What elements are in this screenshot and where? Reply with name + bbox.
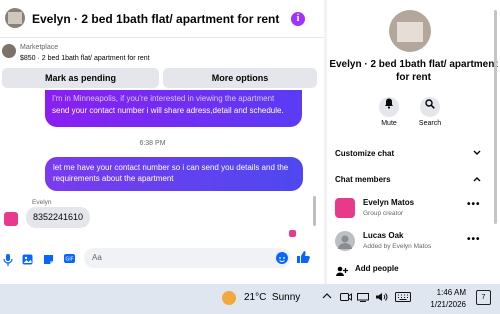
chat-members-row[interactable]: Chat members bbox=[335, 175, 391, 184]
mute-label: Mute bbox=[381, 120, 397, 127]
sender-avatar[interactable] bbox=[4, 212, 18, 226]
chevron-up-icon[interactable] bbox=[473, 175, 481, 184]
chevron-down-icon[interactable] bbox=[473, 149, 481, 158]
member-avatar[interactable] bbox=[335, 231, 355, 251]
add-person-icon bbox=[336, 263, 348, 281]
microphone-icon[interactable] bbox=[3, 254, 13, 266]
member-name[interactable]: Lucas Oak bbox=[363, 231, 403, 240]
mark-as-pending-button[interactable]: Mark as pending bbox=[2, 68, 159, 88]
listing-summary: $850 · 2 bed 1bath flat/ apartment for r… bbox=[20, 55, 150, 62]
emoji-icon[interactable] bbox=[276, 252, 288, 264]
more-icon[interactable]: ••• bbox=[467, 199, 481, 210]
chat-title[interactable]: Evelyn · 2 bed 1bath flat/ apartment for… bbox=[32, 12, 279, 26]
clock-time: 1:46 AM bbox=[436, 288, 466, 297]
bell-icon bbox=[379, 97, 399, 117]
received-message: 8352241610 bbox=[26, 207, 91, 228]
mute-button[interactable]: Mute bbox=[369, 97, 409, 127]
listing-thumbnail bbox=[2, 44, 16, 58]
marketplace-listing[interactable]: Marketplace $850 · 2 bed 1bath flat/ apa… bbox=[0, 40, 324, 68]
keyboard-icon[interactable] bbox=[395, 292, 411, 305]
conversation-pane: Evelyn · 2 bed 1bath flat/ apartment for… bbox=[0, 0, 324, 284]
message-input[interactable]: Aa bbox=[84, 248, 291, 268]
clock-date: 1/21/2026 bbox=[430, 300, 466, 309]
customize-chat-row[interactable]: Customize chat bbox=[335, 149, 394, 158]
notification-center-button[interactable]: 7 bbox=[476, 290, 491, 305]
search-icon bbox=[420, 97, 440, 117]
message-timestamp: 6:38 PM bbox=[139, 140, 166, 147]
image-icon[interactable] bbox=[22, 254, 33, 265]
chat-avatar[interactable] bbox=[5, 8, 25, 28]
gif-icon[interactable]: GIF bbox=[64, 254, 75, 264]
sent-message-text: send your contact number i will share ad… bbox=[52, 106, 284, 115]
message-input-placeholder: Aa bbox=[92, 253, 102, 262]
member-role: Added by Evelyn Matos bbox=[363, 243, 432, 250]
sent-message-partial-line: I'm in Minneapolis, if you're interested… bbox=[52, 94, 275, 103]
system-clock[interactable]: 1:46 AM 1/21/2026 bbox=[418, 287, 466, 311]
sent-message: let me have your contact number so i can… bbox=[45, 157, 303, 191]
sent-message: I'm in Minneapolis, if you're interested… bbox=[45, 90, 302, 127]
scrollbar[interactable] bbox=[313, 196, 316, 226]
thumbs-up-icon[interactable] bbox=[296, 250, 310, 267]
panel-scrollbar[interactable] bbox=[494, 10, 497, 224]
seen-indicator-avatar bbox=[289, 230, 296, 237]
chat-header: Evelyn · 2 bed 1bath flat/ apartment for… bbox=[0, 0, 324, 38]
weather-condition: Sunny bbox=[271, 292, 301, 303]
search-button[interactable]: Search bbox=[410, 97, 450, 127]
volume-icon[interactable] bbox=[375, 292, 388, 305]
notification-count: 7 bbox=[481, 294, 486, 301]
panel-avatar[interactable] bbox=[389, 10, 431, 52]
weather-widget[interactable]: 21°C Sunny bbox=[244, 292, 300, 303]
chevron-up-icon[interactable] bbox=[322, 292, 332, 303]
marketplace-label: Marketplace bbox=[20, 44, 59, 51]
weather-icon[interactable] bbox=[222, 291, 236, 305]
more-icon[interactable]: ••• bbox=[467, 234, 481, 245]
member-role: Group creator bbox=[363, 210, 404, 217]
panel-title: Evelyn · 2 bed 1bath flat/ apartment for… bbox=[329, 59, 498, 83]
more-options-button[interactable]: More options bbox=[163, 68, 317, 88]
sticker-icon[interactable] bbox=[43, 254, 53, 264]
camera-icon[interactable] bbox=[340, 292, 352, 305]
member-name[interactable]: Evelyn Matos bbox=[363, 198, 414, 207]
member-avatar[interactable] bbox=[335, 198, 355, 218]
network-icon[interactable] bbox=[357, 292, 369, 305]
temperature: 21°C bbox=[244, 292, 267, 303]
info-icon[interactable]: i bbox=[291, 12, 305, 26]
svg-text:GIF: GIF bbox=[65, 257, 73, 263]
chat-details-panel: Evelyn · 2 bed 1bath flat/ apartment for… bbox=[327, 0, 500, 284]
sender-name: Evelyn bbox=[32, 199, 52, 206]
search-label: Search bbox=[418, 120, 442, 127]
add-people-button[interactable]: Add people bbox=[355, 264, 399, 273]
